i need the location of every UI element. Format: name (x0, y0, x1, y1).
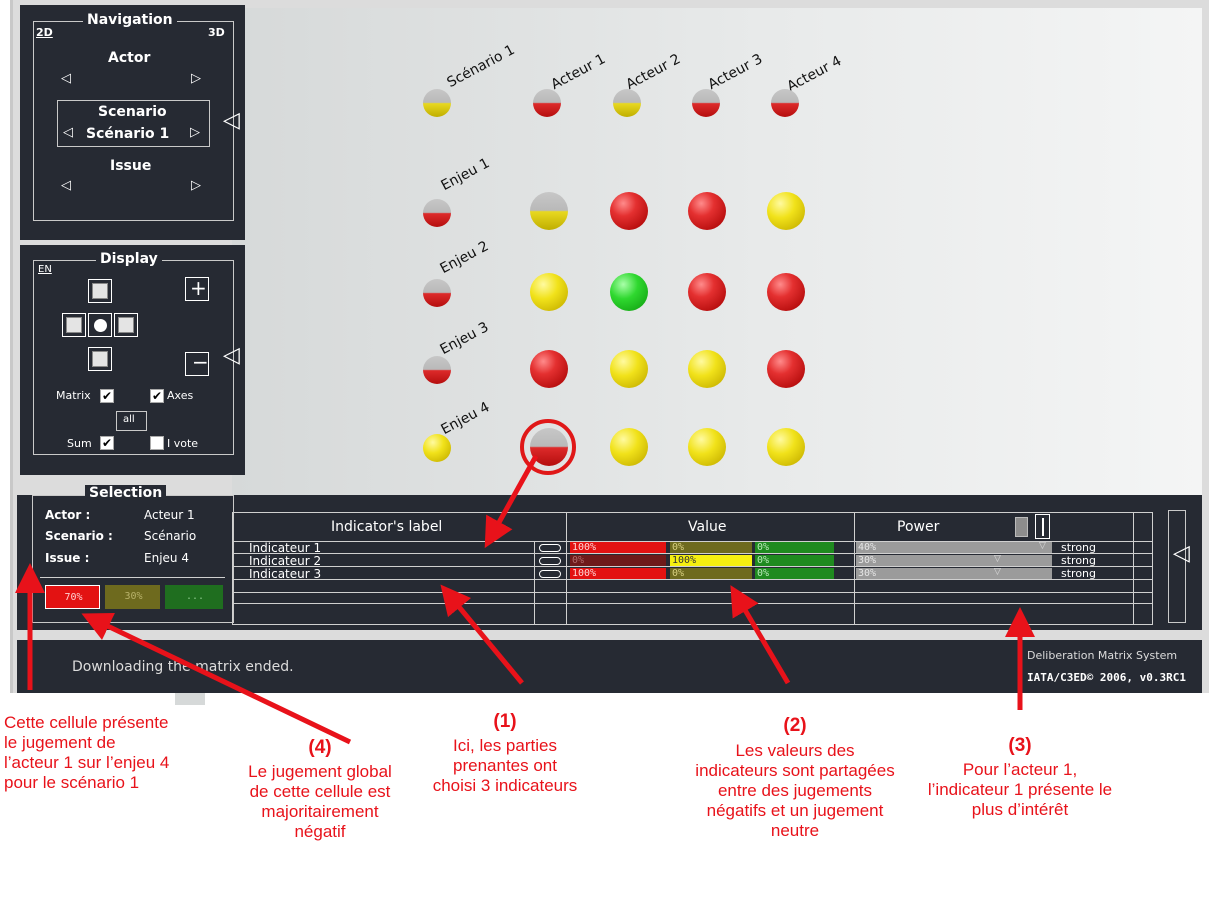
annotation-cell: Cette cellule présente le jugement de l’… (4, 713, 170, 792)
annotation-2-number: (2) (783, 715, 807, 736)
annotation-1-text: Ici, les parties prenantes ont choisi 3 … (432, 736, 578, 795)
annotation-3-text: Pour l’acteur 1, l’indicateur 1 présente… (927, 760, 1113, 819)
arrow-to-cell (484, 454, 539, 549)
annotation-4-number: (4) (308, 737, 332, 758)
screenshot-root: Navigation 2D 3D Actor ◁ ▷ Scenario ◁ Sc… (0, 0, 1209, 913)
arrow-to-indicators (440, 584, 524, 685)
arrow-to-values (730, 585, 791, 685)
annotation-4-text: Le jugement global de cette cellule est … (248, 762, 392, 841)
annotation-1-number: (1) (493, 711, 517, 732)
annotation-3-number: (3) (1008, 735, 1032, 756)
annotation-2-text: Les valeurs des indicateurs sont partagé… (695, 741, 895, 840)
